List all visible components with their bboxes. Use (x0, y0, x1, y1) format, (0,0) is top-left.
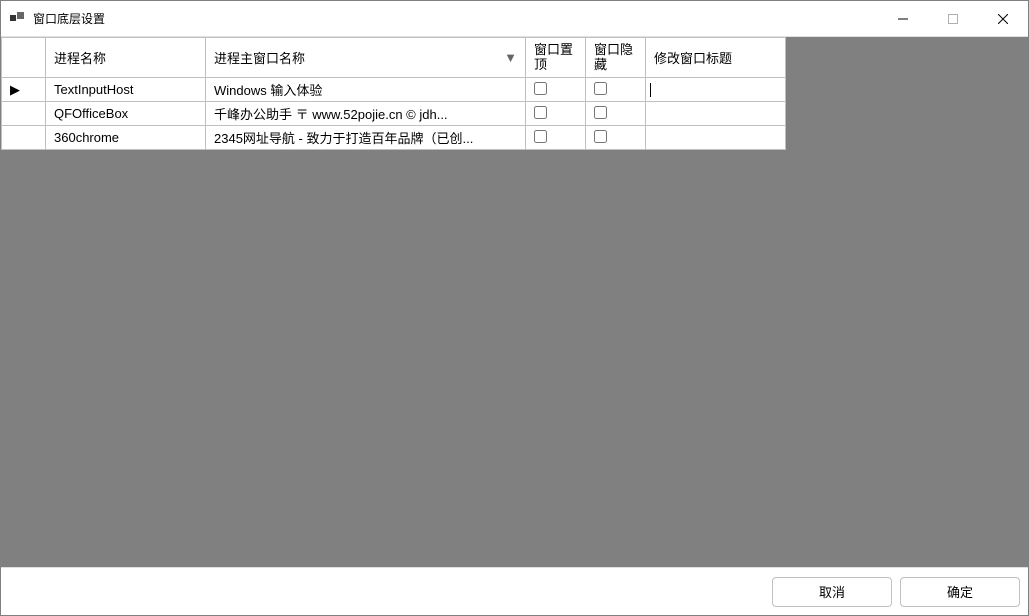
column-topmost-label-2: 顶 (534, 57, 547, 72)
table-row[interactable]: QFOfficeBox 千峰办公助手 〒 www.52pojie.cn © jd… (2, 102, 786, 126)
close-button[interactable] (978, 1, 1028, 36)
column-edit-title[interactable]: 修改窗口标题 (646, 38, 786, 78)
app-icon (9, 11, 25, 27)
minimize-icon (898, 14, 908, 24)
column-main-window-label: 进程主窗口名称 (214, 48, 305, 67)
edit-title-input[interactable] (646, 78, 785, 101)
column-topmost-label-1: 窗口置 (534, 42, 573, 57)
cell-main-window[interactable]: Windows 输入体验 (206, 78, 526, 102)
hide-checkbox[interactable] (594, 106, 607, 119)
titlebar: 窗口底层设置 (1, 1, 1028, 37)
cell-edit-title[interactable] (646, 78, 786, 102)
cell-hide[interactable] (586, 102, 646, 126)
text-caret (650, 83, 651, 97)
minimize-button[interactable] (878, 1, 928, 36)
column-main-window[interactable]: 进程主窗口名称 ▼ (206, 38, 526, 78)
cell-topmost[interactable] (526, 102, 586, 126)
cancel-button-label: 取消 (819, 582, 845, 601)
hide-checkbox[interactable] (594, 130, 607, 143)
topmost-checkbox[interactable] (534, 82, 547, 95)
column-process-name[interactable]: 进程名称 (46, 38, 206, 78)
table-row[interactable]: ▶ TextInputHost Windows 输入体验 (2, 78, 786, 102)
hide-checkbox[interactable] (594, 82, 607, 95)
cell-hide[interactable] (586, 78, 646, 102)
column-hide-label-2: 藏 (594, 57, 607, 72)
maximize-icon (948, 14, 958, 24)
cell-main-window[interactable]: 千峰办公助手 〒 www.52pojie.cn © jdh... (206, 102, 526, 126)
topmost-checkbox[interactable] (534, 106, 547, 119)
row-marker[interactable] (2, 126, 46, 150)
row-marker[interactable] (2, 102, 46, 126)
cell-edit-title[interactable] (646, 102, 786, 126)
cell-topmost[interactable] (526, 126, 586, 150)
content-area: 进程名称 进程主窗口名称 ▼ 窗口置 顶 窗口隐 藏 修改窗口标题 (1, 37, 1028, 567)
cell-main-window[interactable]: 2345网址导航 - 致力于打造百年品牌（已创... (206, 126, 526, 150)
row-header-column[interactable] (2, 38, 46, 78)
cancel-button[interactable]: 取消 (772, 577, 892, 607)
column-hide[interactable]: 窗口隐 藏 (586, 38, 646, 78)
topmost-checkbox[interactable] (534, 130, 547, 143)
cell-process[interactable]: TextInputHost (46, 78, 206, 102)
window-title: 窗口底层设置 (33, 10, 878, 27)
cell-hide[interactable] (586, 126, 646, 150)
column-edit-title-label: 修改窗口标题 (654, 51, 732, 66)
cell-edit-title[interactable] (646, 126, 786, 150)
header-row: 进程名称 进程主窗口名称 ▼ 窗口置 顶 窗口隐 藏 修改窗口标题 (2, 38, 786, 78)
close-icon (998, 14, 1008, 24)
window-controls (878, 1, 1028, 36)
ok-button-label: 确定 (947, 582, 973, 601)
data-grid[interactable]: 进程名称 进程主窗口名称 ▼ 窗口置 顶 窗口隐 藏 修改窗口标题 (1, 37, 786, 150)
footer: 取消 确定 (1, 567, 1028, 615)
column-process-label: 进程名称 (54, 51, 106, 66)
cell-topmost[interactable] (526, 78, 586, 102)
cell-process[interactable]: 360chrome (46, 126, 206, 150)
row-marker[interactable]: ▶ (2, 78, 46, 102)
cell-process[interactable]: QFOfficeBox (46, 102, 206, 126)
sort-down-icon: ▼ (504, 50, 517, 65)
table-row[interactable]: 360chrome 2345网址导航 - 致力于打造百年品牌（已创... (2, 126, 786, 150)
column-hide-label-1: 窗口隐 (594, 42, 633, 57)
ok-button[interactable]: 确定 (900, 577, 1020, 607)
maximize-button[interactable] (928, 1, 978, 36)
column-topmost[interactable]: 窗口置 顶 (526, 38, 586, 78)
